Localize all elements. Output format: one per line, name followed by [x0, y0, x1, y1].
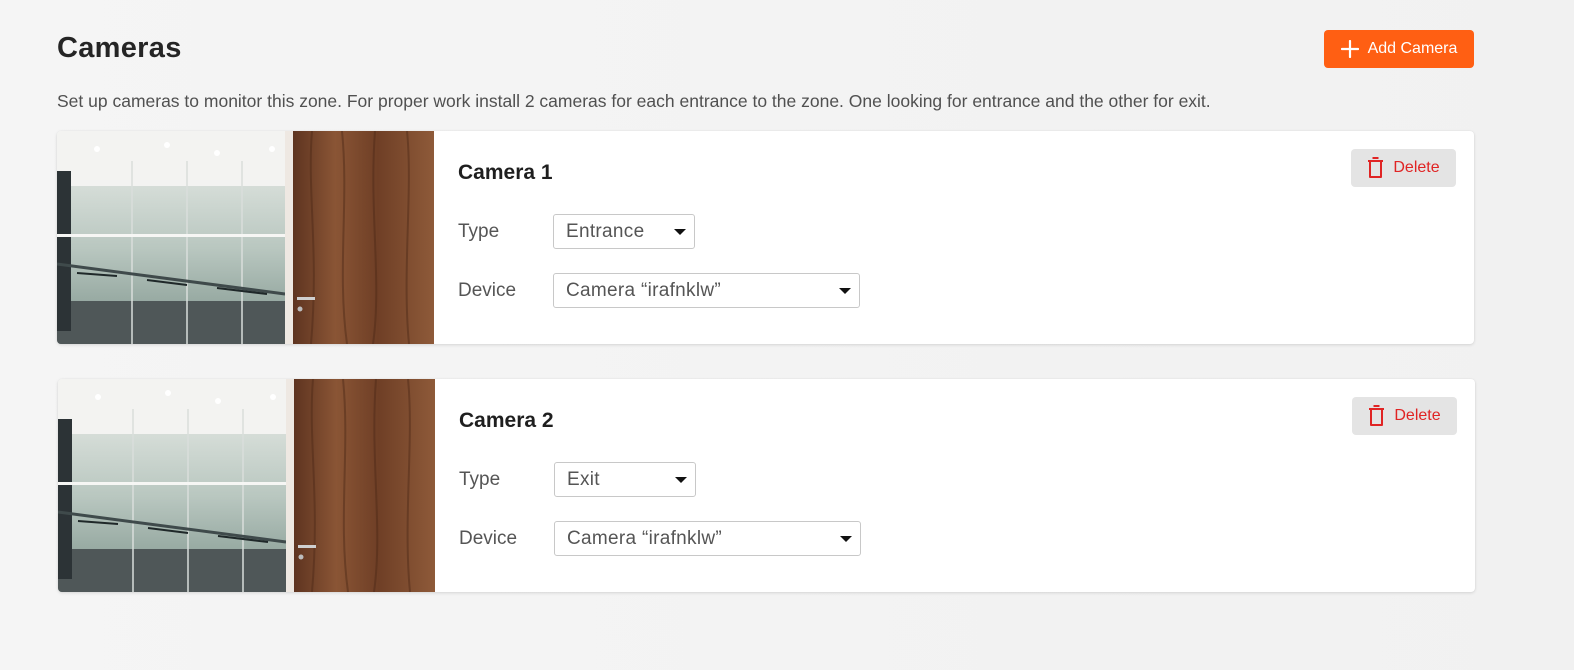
device-select[interactable]: Camera “irafnklw” — [554, 521, 861, 556]
add-camera-button[interactable]: Add Camera — [1324, 30, 1474, 68]
device-label: Device — [458, 280, 517, 301]
device-select-value: Camera “irafnklw” — [566, 279, 722, 301]
camera-card-body: Camera 1 Type Entrance Device Camera “ir… — [458, 131, 1474, 344]
camera-preview-image — [58, 379, 435, 592]
delete-label: Delete — [1394, 407, 1441, 424]
camera-card: Camera 1 Type Entrance Device Camera “ir… — [57, 131, 1474, 344]
plus-icon — [1340, 40, 1359, 58]
camera-title: Camera 2 — [459, 409, 554, 432]
page-title: Cameras — [57, 32, 182, 64]
device-label: Device — [459, 528, 518, 549]
page-header: Cameras Add Camera — [57, 30, 1474, 70]
delete-label: Delete — [1393, 159, 1440, 176]
type-label: Type — [459, 469, 501, 490]
device-select-value: Camera “irafnklw” — [567, 527, 723, 549]
type-select-value: Entrance — [566, 220, 645, 242]
page-description: Set up cameras to monitor this zone. For… — [57, 91, 1211, 111]
device-select[interactable]: Camera “irafnklw” — [553, 273, 860, 308]
caret-down-icon — [675, 476, 687, 483]
trash-icon — [1368, 157, 1384, 178]
delete-camera-button[interactable]: Delete — [1352, 397, 1457, 435]
type-select[interactable]: Exit — [554, 462, 696, 497]
add-camera-label: Add Camera — [1367, 40, 1458, 57]
caret-down-icon — [674, 228, 686, 235]
caret-down-icon — [839, 287, 851, 294]
camera-card: Camera 2 Type Exit Device Camera “irafnk… — [58, 379, 1475, 592]
type-select[interactable]: Entrance — [553, 214, 695, 249]
type-label: Type — [458, 221, 500, 242]
trash-icon — [1369, 405, 1385, 426]
camera-preview-image — [57, 131, 434, 344]
delete-camera-button[interactable]: Delete — [1351, 149, 1456, 187]
caret-down-icon — [840, 535, 852, 542]
camera-card-body: Camera 2 Type Exit Device Camera “irafnk… — [459, 379, 1475, 592]
camera-title: Camera 1 — [458, 161, 553, 184]
type-select-value: Exit — [567, 468, 600, 490]
